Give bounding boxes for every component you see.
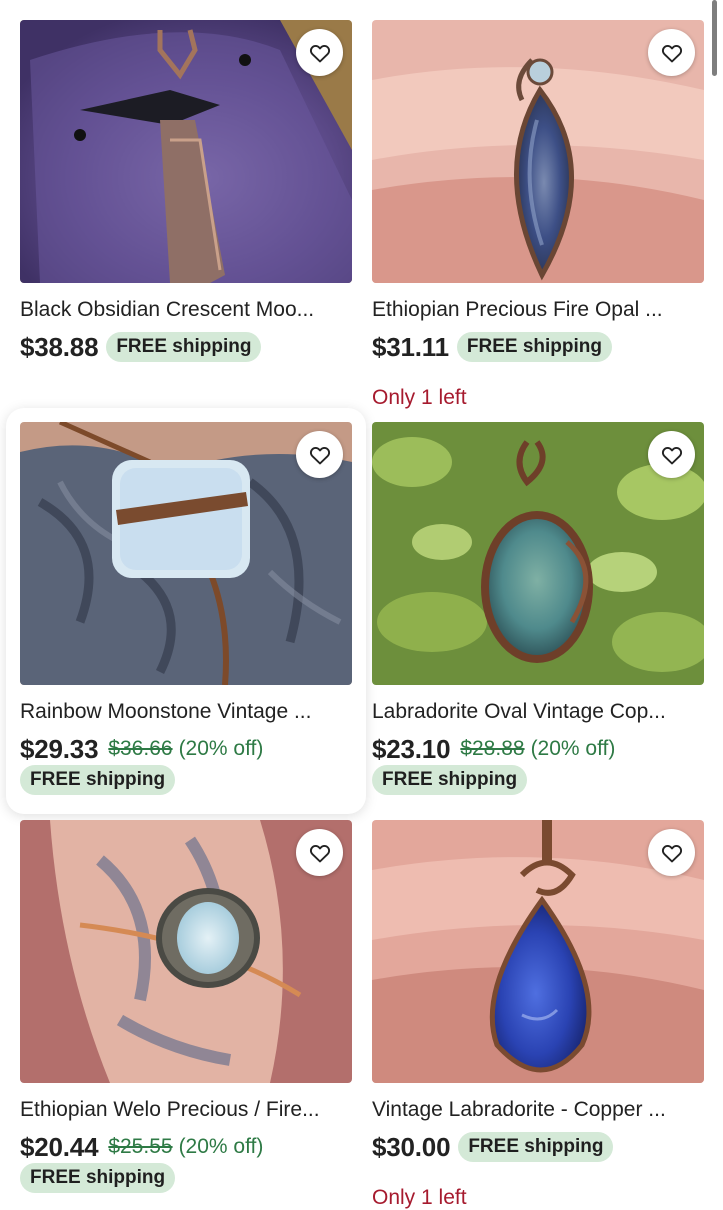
listing-title[interactable]: Vintage Labradorite - Copper ... bbox=[372, 1096, 704, 1124]
listing-price: $38.88 bbox=[20, 331, 99, 362]
free-shipping-badge: FREE shipping bbox=[458, 1132, 614, 1162]
free-shipping-row: FREE shipping bbox=[20, 1163, 176, 1193]
listing-price: $31.11 bbox=[372, 331, 449, 362]
price-row: $30.00 FREE shipping bbox=[372, 1127, 614, 1167]
heart-outline-icon bbox=[661, 446, 682, 464]
free-shipping-badge: FREE shipping bbox=[456, 332, 612, 362]
discount-label: (20% off) bbox=[178, 737, 264, 760]
free-shipping-row: FREE shipping bbox=[372, 765, 528, 795]
original-price: $25.55 bbox=[108, 1135, 173, 1158]
free-shipping-badge: FREE shipping bbox=[106, 332, 262, 362]
listing-card-highlighted[interactable]: Rainbow Moonstone Vintage ... $29.33 $36… bbox=[6, 408, 366, 814]
price-row: $38.88 FREE shipping bbox=[20, 327, 262, 367]
listing-price: $20.44 bbox=[20, 1131, 99, 1162]
favorite-button[interactable] bbox=[296, 29, 343, 76]
listing-title[interactable]: Rainbow Moonstone Vintage ... bbox=[20, 698, 352, 726]
favorite-button[interactable] bbox=[296, 431, 343, 478]
price-row: $23.10 $28.88 (20% off) bbox=[372, 729, 615, 769]
free-shipping-badge: FREE shipping bbox=[20, 765, 176, 795]
listing-title[interactable]: Black Obsidian Crescent Moo... bbox=[20, 296, 352, 324]
price-row: $29.33 $36.66 (20% off) bbox=[20, 729, 263, 769]
discount-label: (20% off) bbox=[178, 1135, 264, 1158]
listing-title[interactable]: Ethiopian Precious Fire Opal ... bbox=[372, 296, 704, 324]
price-row: $31.11 FREE shipping bbox=[372, 327, 612, 367]
heart-outline-icon bbox=[309, 44, 330, 62]
original-price: $28.88 bbox=[460, 737, 525, 760]
low-stock-notice: Only 1 left bbox=[372, 386, 467, 409]
page-scrollbar[interactable] bbox=[712, 0, 717, 76]
heart-outline-icon bbox=[661, 844, 682, 862]
free-shipping-badge: FREE shipping bbox=[372, 765, 528, 795]
listing-price: $30.00 bbox=[372, 1131, 451, 1162]
favorite-button[interactable] bbox=[648, 29, 695, 76]
listing-title[interactable]: Labradorite Oval Vintage Cop... bbox=[372, 698, 704, 726]
favorite-button[interactable] bbox=[296, 829, 343, 876]
free-shipping-badge: FREE shipping bbox=[20, 1163, 176, 1193]
original-price: $36.66 bbox=[108, 737, 173, 760]
heart-outline-icon bbox=[661, 44, 682, 62]
discount-label: (20% off) bbox=[530, 737, 616, 760]
favorite-button[interactable] bbox=[648, 829, 695, 876]
heart-outline-icon bbox=[309, 844, 330, 862]
free-shipping-row: FREE shipping bbox=[20, 765, 176, 795]
favorite-button[interactable] bbox=[648, 431, 695, 478]
low-stock-notice: Only 1 left bbox=[372, 1186, 467, 1209]
heart-outline-icon bbox=[309, 446, 330, 464]
listing-price: $23.10 bbox=[372, 733, 451, 764]
listing-title[interactable]: Ethiopian Welo Precious / Fire... bbox=[20, 1096, 352, 1124]
listing-price: $29.33 bbox=[20, 733, 99, 764]
price-row: $20.44 $25.55 (20% off) bbox=[20, 1127, 263, 1167]
